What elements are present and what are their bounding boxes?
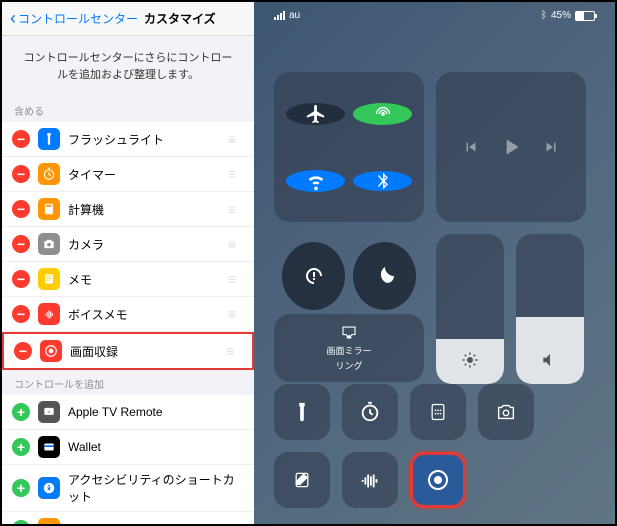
list-item[interactable]: − タイマー [2, 157, 254, 192]
notes-tile[interactable] [274, 452, 330, 508]
accessibility-icon [38, 477, 60, 499]
remove-button[interactable]: − [14, 342, 32, 360]
remove-button[interactable]: − [12, 305, 30, 323]
drag-handle-icon[interactable] [228, 131, 244, 147]
voicememo-tile[interactable] [342, 452, 398, 508]
row-label: Apple TV Remote [68, 405, 244, 419]
row-label: Wallet [68, 440, 244, 454]
row-label: 計算機 [68, 201, 228, 218]
do-not-disturb[interactable] [353, 242, 416, 310]
row-label: アクセシビリティのショートカット [68, 471, 244, 505]
bluetooth-toggle[interactable] [353, 171, 412, 191]
drag-handle-icon[interactable] [228, 306, 244, 322]
timer-tile[interactable] [342, 384, 398, 440]
brightness-icon [461, 351, 479, 374]
add-button[interactable]: + [12, 479, 30, 497]
back-button[interactable]: コントロールセンター [18, 10, 138, 27]
row-label: 画面収録 [70, 343, 226, 360]
volume-slider[interactable] [516, 234, 584, 384]
calculator-tile[interactable] [410, 384, 466, 440]
list-item[interactable]: + Wallet [2, 430, 254, 465]
play-icon[interactable] [498, 134, 524, 160]
accessguide-icon [38, 518, 60, 524]
row-label: フラッシュライト [68, 131, 228, 148]
add-button[interactable]: + [12, 403, 30, 421]
bluetooth-icon: ᛒ [541, 10, 547, 21]
list-item[interactable]: − 画面収録 [2, 332, 254, 370]
back-chevron-icon[interactable]: ‹ [10, 8, 16, 29]
control-center-preview: au ᛒ 45% [254, 2, 615, 524]
remove-button[interactable]: − [12, 130, 30, 148]
list-item[interactable]: − メモ [2, 262, 254, 297]
nav-header: ‹ コントロールセンター カスタマイズ [2, 2, 254, 36]
included-list: − フラッシュライト − タイマー − 計算機 − カメラ − メモ − ボイスメモ − 画面収録 [2, 122, 254, 370]
appletv-icon: tv [38, 401, 60, 423]
drag-handle-icon[interactable] [228, 271, 244, 287]
list-item[interactable]: + アクセスガイド [2, 512, 254, 524]
svg-text:tv: tv [48, 410, 51, 414]
screen-mirroring[interactable]: 画面ミラー リング [274, 314, 424, 382]
mirror-label-2: リング [335, 359, 362, 372]
list-item[interactable]: + tv Apple TV Remote [2, 395, 254, 430]
brightness-slider[interactable] [436, 234, 504, 384]
screen-record-tile[interactable] [410, 452, 466, 508]
voicememo-icon [38, 303, 60, 325]
row-label: メモ [68, 271, 228, 288]
description-text: コントロールセンターにさらにコントロールを追加および整理します。 [2, 36, 254, 97]
remove-button[interactable]: − [12, 200, 30, 218]
add-button[interactable]: + [12, 520, 30, 524]
flashlight-tile[interactable] [274, 384, 330, 440]
carrier-label: au [289, 10, 300, 21]
list-item[interactable]: − 計算機 [2, 192, 254, 227]
list-item[interactable]: − ボイスメモ [2, 297, 254, 332]
section-more: コントロールを追加 [2, 370, 254, 395]
list-item[interactable]: − フラッシュライト [2, 122, 254, 157]
page-title: カスタマイズ [144, 10, 216, 27]
camera-tile[interactable] [478, 384, 534, 440]
airplay-icon [340, 324, 358, 342]
orientation-lock[interactable] [282, 242, 345, 310]
row-label: ボイスメモ [68, 306, 228, 323]
screenrecord-icon [40, 340, 62, 362]
remove-button[interactable]: − [12, 235, 30, 253]
row-label: アクセスガイド [68, 521, 244, 525]
drag-handle-icon[interactable] [228, 166, 244, 182]
next-track-icon[interactable] [542, 138, 560, 156]
drag-handle-icon[interactable] [226, 343, 242, 359]
flashlight-icon [38, 128, 60, 150]
drag-handle-icon[interactable] [228, 201, 244, 217]
cellular-toggle[interactable] [353, 103, 412, 125]
battery-icon [575, 11, 595, 21]
list-item[interactable]: + アクセシビリティのショートカット [2, 465, 254, 512]
mirror-label-1: 画面ミラー [326, 344, 371, 357]
prev-track-icon[interactable] [462, 138, 480, 156]
wallet-icon [38, 436, 60, 458]
notes-icon [38, 268, 60, 290]
timer-icon [38, 163, 60, 185]
status-bar: au ᛒ 45% [254, 10, 615, 21]
airplane-toggle[interactable] [286, 103, 345, 125]
drag-handle-icon[interactable] [228, 236, 244, 252]
signal-icon [274, 11, 285, 20]
calculator-icon [38, 198, 60, 220]
settings-panel: ‹ コントロールセンター カスタマイズ コントロールセンターにさらにコントロール… [2, 2, 254, 524]
battery-text: 45% [551, 10, 571, 21]
wifi-toggle[interactable] [286, 170, 345, 192]
remove-button[interactable]: − [12, 270, 30, 288]
more-list: + tv Apple TV Remote + Wallet + アクセシビリティのショートカ… [2, 395, 254, 524]
row-label: カメラ [68, 236, 228, 253]
add-button[interactable]: + [12, 438, 30, 456]
section-include: 含める [2, 97, 254, 122]
media-module[interactable] [436, 72, 586, 222]
list-item[interactable]: − カメラ [2, 227, 254, 262]
row-label: タイマー [68, 166, 228, 183]
focus-row [274, 234, 424, 302]
volume-icon [541, 351, 559, 374]
connectivity-module[interactable] [274, 72, 424, 222]
camera-icon [38, 233, 60, 255]
remove-button[interactable]: − [12, 165, 30, 183]
